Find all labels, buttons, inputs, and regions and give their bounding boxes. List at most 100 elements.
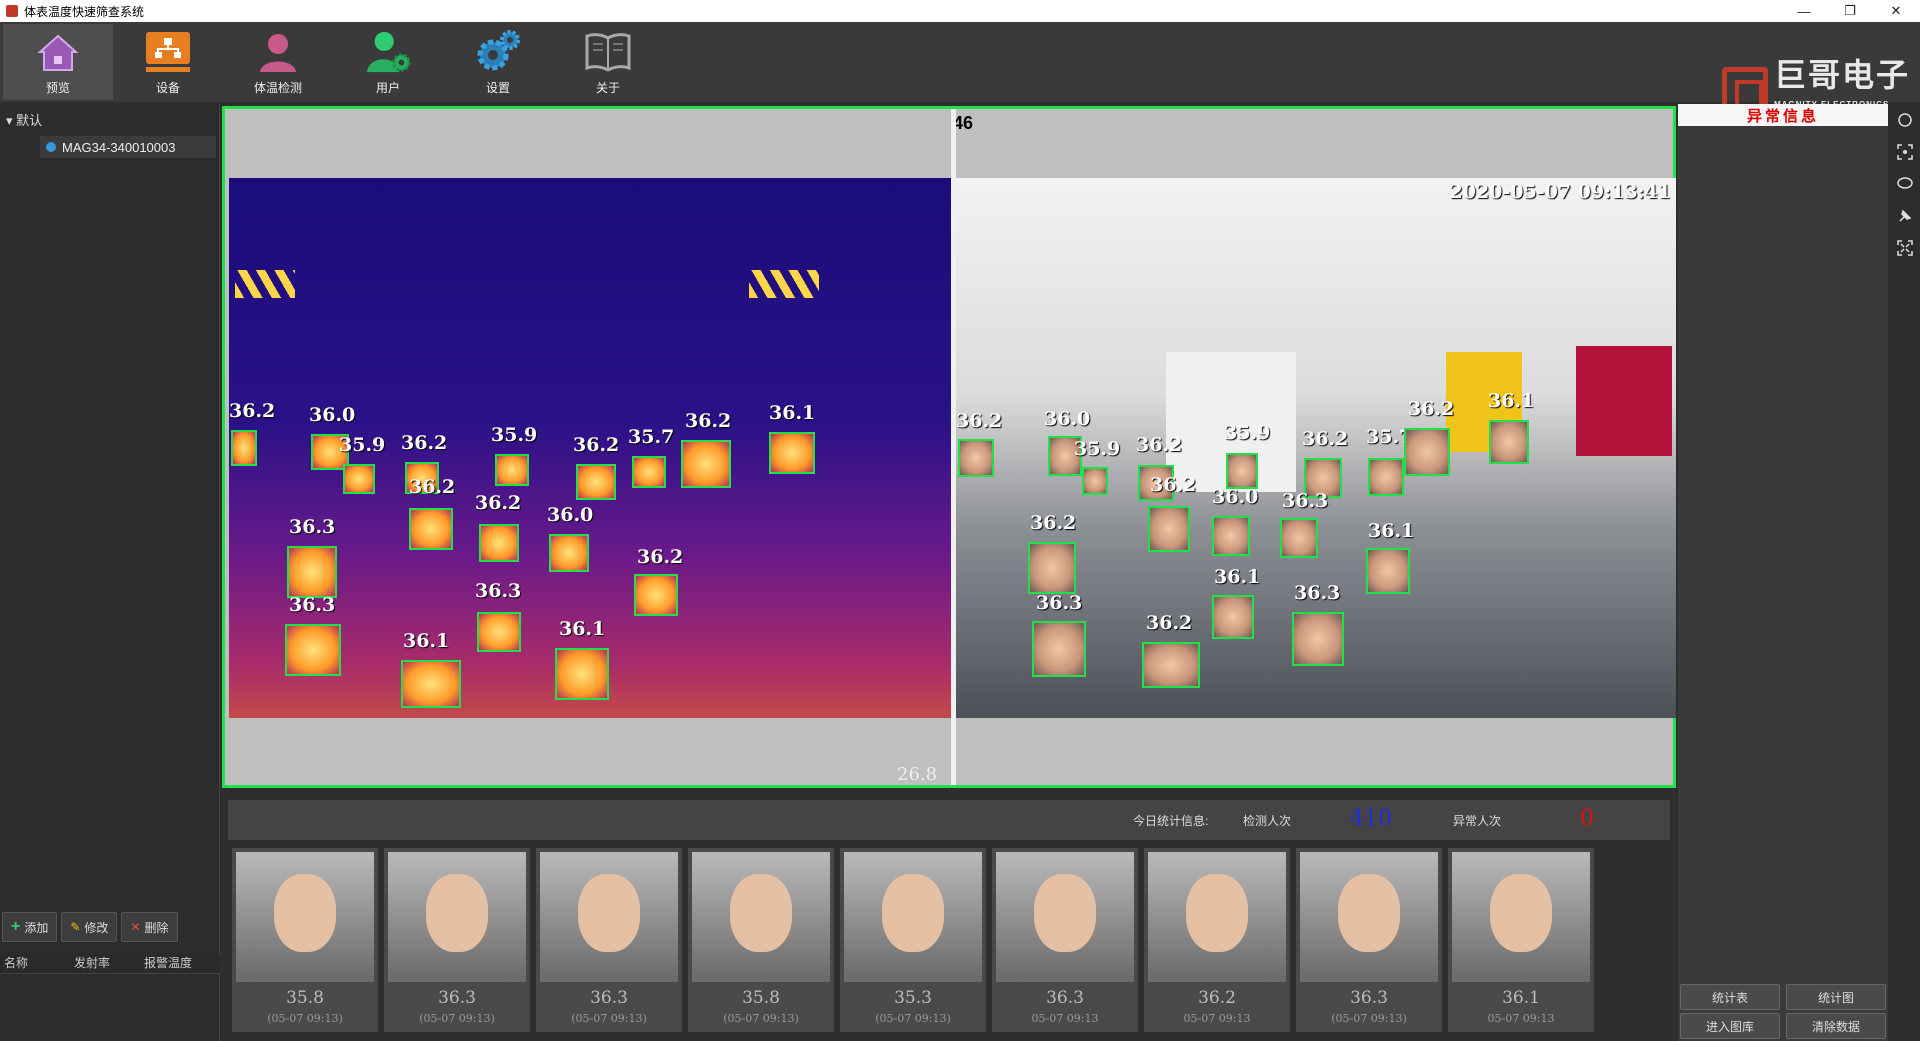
face-temp-label: 36.1	[1368, 520, 1415, 542]
face-temp-label: 36.3	[475, 580, 522, 602]
capture-thumbnail[interactable]: 36.3 05-07 09:13	[992, 848, 1138, 1032]
pin-icon[interactable]	[1895, 206, 1915, 226]
abnormal-title: 异常信息	[1678, 104, 1888, 126]
face-temp-label: 36.3	[1036, 592, 1083, 614]
col-emissivity: 发射率	[74, 956, 111, 970]
capture-time: 05-07 09:13	[1031, 1012, 1099, 1025]
face-box	[495, 454, 529, 486]
capture-thumbnail[interactable]: 36.3 (05-07 09:13)	[536, 848, 682, 1032]
toolbar-preview[interactable]: 预览	[3, 24, 113, 100]
face-box	[1028, 542, 1076, 594]
tree-root[interactable]: ▾ 默认	[6, 110, 42, 129]
video-preview[interactable]: 46 26.8 2020-05-07 09:13:41 36.2 36.0 35.9…	[222, 106, 1676, 788]
detected-value: 410	[1350, 806, 1392, 831]
capture-temp: 35.8	[286, 988, 324, 1008]
ceiling-light	[235, 270, 295, 298]
close-icon[interactable]: ✕	[1876, 0, 1916, 22]
capture-temp: 35.8	[742, 988, 780, 1008]
face-box	[479, 524, 519, 562]
capture-time: (05-07 09:13)	[267, 1012, 343, 1025]
capture-thumbnail[interactable]: 35.8 (05-07 09:13)	[688, 848, 834, 1032]
face-box	[285, 624, 341, 676]
face-image	[1490, 874, 1552, 952]
abnormal-value: 0	[1580, 806, 1594, 831]
face-temp-label: 36.2	[1136, 434, 1183, 456]
toolbar-about[interactable]: 关于	[553, 24, 663, 100]
face-temp-label: 36.2	[573, 434, 620, 456]
capture-time: (05-07 09:13)	[571, 1012, 647, 1025]
face-box	[769, 432, 815, 474]
fullscreen-icon[interactable]	[1895, 238, 1915, 258]
capture-thumbnail[interactable]: 36.2 05-07 09:13	[1144, 848, 1290, 1032]
face-temp-label: 36.2	[1146, 612, 1193, 634]
toolbar-label: 设备	[155, 81, 180, 95]
face-image	[578, 874, 640, 952]
capture-thumbnail[interactable]: 36.1 05-07 09:13	[1448, 848, 1594, 1032]
toolbar-device[interactable]: 设备	[113, 24, 223, 100]
face-box	[287, 546, 337, 598]
capture-thumbnail[interactable]: 36.3 (05-07 09:13)	[1296, 848, 1442, 1032]
tree-device-item[interactable]: MAG34-340010003	[40, 136, 216, 158]
capture-photo	[692, 852, 830, 982]
capture-thumbnail[interactable]: 35.8 (05-07 09:13)	[232, 848, 378, 1032]
face-temp-label: 35.9	[1224, 422, 1271, 444]
face-temp-label: 36.0	[1044, 408, 1091, 430]
capture-strip: 35.8 (05-07 09:13) 36.3 (05-07 09:13) 36.3 (0…	[228, 848, 1670, 1033]
face-temp-label: 35.7	[628, 426, 675, 448]
face-temp-label: 35.9	[1074, 438, 1121, 460]
capture-photo	[844, 852, 982, 982]
camera-icon	[46, 142, 56, 152]
face-temp-label: 36.3	[289, 516, 336, 538]
record-icon[interactable]	[1895, 110, 1915, 130]
stats-chart-button[interactable]: 统计图	[1786, 984, 1886, 1010]
window-title: 体表温度快速筛查系统	[24, 4, 145, 19]
pencil-icon: ✎	[70, 920, 81, 934]
device-actions: + 添加 ✎ 修改 ✕ 删除	[0, 912, 220, 944]
face-box	[634, 574, 678, 616]
face-box	[632, 456, 666, 488]
face-temp-label: 36.2	[1030, 512, 1077, 534]
toolbar-users[interactable]: 用户	[333, 24, 443, 100]
timestamp: 2020-05-07 09:13:41	[1449, 181, 1672, 203]
people-count: 46	[953, 113, 974, 133]
capture-time: 05-07 09:13	[1487, 1012, 1555, 1025]
face-temp-label: 36.0	[547, 504, 594, 526]
face-box	[576, 464, 616, 500]
red-panel	[1576, 346, 1672, 456]
main-toolbar: 预览 设备 体温检测 用户 设置 关于 巨哥电子MAGNITY ELECTRON…	[0, 22, 1920, 113]
capture-thumbnail[interactable]: 36.3 (05-07 09:13)	[384, 848, 530, 1032]
face-temp-label: 36.2	[409, 476, 456, 498]
face-image	[274, 874, 336, 952]
add-button[interactable]: + 添加	[2, 912, 58, 942]
device-name: MAG34-340010003	[62, 139, 176, 155]
stats-table-button[interactable]: 统计表	[1680, 984, 1780, 1010]
capture-photo	[1452, 852, 1590, 982]
capture-thumbnail[interactable]: 35.3 (05-07 09:13)	[840, 848, 986, 1032]
home-icon	[35, 29, 81, 75]
capture-temp: 36.3	[590, 988, 628, 1008]
gallery-button[interactable]: 进入图库	[1680, 1013, 1780, 1039]
app-icon	[6, 5, 18, 17]
chat-icon[interactable]	[1895, 174, 1915, 194]
capture-temp: 36.1	[1502, 988, 1540, 1008]
capture-photo	[236, 852, 374, 982]
delete-button[interactable]: ✕ 删除	[121, 912, 178, 942]
face-temp-label: 36.2	[229, 400, 276, 422]
face-box	[231, 430, 257, 466]
toolbar-temperature[interactable]: 体温检测	[223, 24, 333, 100]
ambient-temp: 26.8	[897, 764, 938, 785]
clear-data-button[interactable]: 清除数据	[1786, 1013, 1886, 1039]
toolbar-settings[interactable]: 设置	[443, 24, 553, 100]
capture-icon[interactable]	[1895, 142, 1915, 162]
face-box	[1489, 420, 1529, 464]
capture-photo	[1300, 852, 1438, 982]
minimize-icon[interactable]: —	[1784, 0, 1824, 22]
edit-label: 修改	[84, 920, 109, 935]
face-temp-label: 36.2	[637, 546, 684, 568]
edit-button[interactable]: ✎ 修改	[61, 912, 118, 942]
restore-icon[interactable]: ❐	[1830, 0, 1870, 22]
face-box	[1032, 621, 1086, 677]
face-box	[549, 534, 589, 572]
delete-icon: ✕	[130, 920, 141, 934]
face-box	[681, 440, 731, 488]
